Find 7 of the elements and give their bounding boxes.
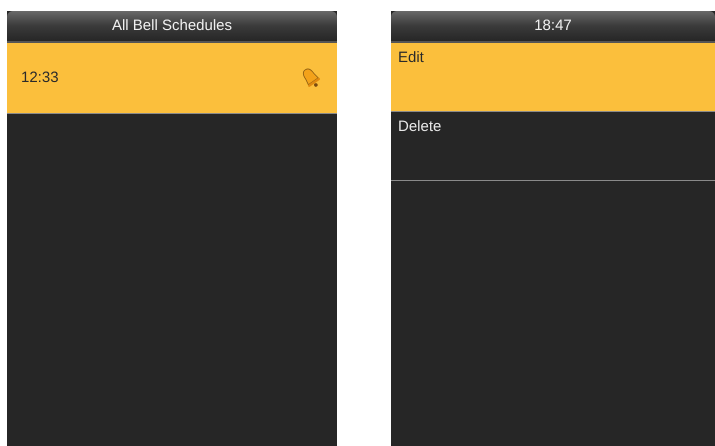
schedule-row[interactable]: 12:33 — [7, 43, 337, 114]
screen-title: All Bell Schedules — [112, 16, 232, 36]
schedule-time: 12:33 — [21, 68, 59, 88]
menu-option[interactable]: Edit — [391, 43, 715, 112]
option-label: Delete — [398, 119, 442, 134]
screen-title: 18:47 — [534, 16, 572, 36]
option-label: Edit — [398, 50, 424, 65]
